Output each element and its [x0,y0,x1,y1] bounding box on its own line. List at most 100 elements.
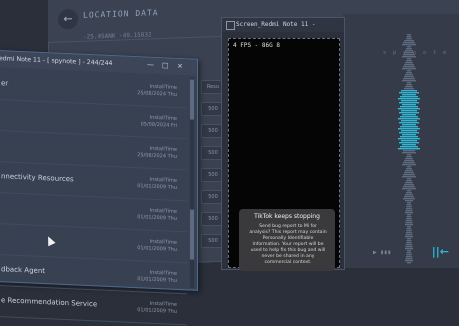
waveform-bar [402,68,416,70]
install-label: InstallTime [149,176,177,184]
install-label: InstallTime [149,145,177,153]
install-date: 01/01/2009 Thu [137,307,177,315]
install-label: InstallTime [149,83,177,91]
waveform-bar [401,110,417,112]
waveform-bar [401,120,417,122]
waveform-bar [406,156,412,158]
waveform-bar [407,70,411,72]
waveform-bar [403,174,415,176]
waveform-bar [405,158,413,160]
waveform-bar [405,246,413,248]
waveform-bar [407,262,411,264]
waveform-bar [402,188,416,190]
install-date: 01/01/2009 Thu [137,245,177,253]
waveform-bar [402,164,416,166]
waveform-bar [405,234,413,236]
phone-screen-window[interactable]: Screen_Redmi Note 11 - 4 FPS - 86G 8 Tik… [221,17,345,271]
scrollbar-thumb[interactable] [190,209,194,260]
waveform-bar [404,52,414,54]
waveform-bar [405,232,413,234]
waveform-bar [407,238,411,240]
waveform-bar [405,258,413,260]
waveform-bar [403,66,415,68]
install-date: 01/01/2009 Thu [137,183,177,191]
waveform-bar [400,106,418,108]
waveform-bar [405,50,413,52]
waveform-bar [398,148,420,150]
waveform-bar [407,58,411,60]
waveform-bar [403,186,415,188]
waveform-bar [399,142,419,144]
waveform-bar [402,80,416,82]
waveform-bar [407,226,411,228]
waveform-bar [406,192,412,194]
waveform-bar [403,162,415,164]
install-label: InstallTime [149,207,177,215]
waveform-bar [404,64,414,66]
maximize-icon[interactable]: □ [162,61,169,69]
waveform-bar [398,108,420,110]
arrow-left-icon[interactable]: ← [58,8,78,30]
window-icon [226,21,235,30]
waveform-bar [406,240,412,242]
waveform-bar [406,180,412,182]
waveform-bar [398,98,420,100]
waveform-bar [406,168,412,170]
crash-dialog[interactable]: TikTok keeps stopping Send bug report to… [239,209,335,271]
waveform-bar [400,96,418,98]
waveform-bar [400,146,418,148]
waveform-bar [404,160,414,162]
waveform-bar [402,56,416,58]
waveform-bar [406,84,412,86]
install-date: 01/01/2009 Thu [137,214,177,222]
waveform-bar [399,102,419,104]
phone-screen[interactable]: 4 FPS - 86G 8 TikTok keeps stopping Send… [228,38,340,271]
waveform-bar [405,220,413,222]
waveform-bar [406,36,412,38]
waveform-bar [402,114,416,116]
waveform-bar [405,260,413,262]
install-label: InstallTime [149,300,177,308]
waveform-bar [403,54,415,56]
dialog-body: Send bug report to Mi for analysis? This… [249,224,327,265]
waveform-bar [405,248,413,250]
waveform-bar [405,170,413,172]
list-window-title: edmi Note 11 - [ spynote ] - 244/244 [0,55,113,68]
app-name: er [1,79,9,88]
waveform-controls[interactable]: ▶ ▮▮▮ [373,249,391,256]
waveform-bar [400,126,418,128]
waveform-bar [405,212,413,214]
waveform-bar [404,184,414,186]
waveform-bar [405,208,413,210]
waveform-bar [401,140,417,142]
waveform-bar [401,130,417,132]
waveform-bar [404,76,414,78]
waveform-bar [399,112,419,114]
app-name: e Recommendation Service [1,296,98,309]
minimize-icon[interactable]: — [147,61,154,69]
waveform-bar [398,128,420,130]
phone-titlebar[interactable]: Screen_Redmi Note 11 - [222,18,344,32]
waveform-bar [400,136,418,138]
waveform-bar [402,134,416,136]
waveform-bar [405,244,413,246]
waveform-bar [403,150,415,152]
waveform-bar [401,90,417,92]
waveform-graph [398,34,420,264]
waveform-bar [402,94,416,96]
close-icon[interactable]: × [177,62,183,70]
waveform-bar [406,218,412,220]
waveform-bar [406,206,412,208]
waveform-bar [406,204,412,206]
waveform-bar [402,176,416,178]
install-date: 05/08/2024 Fri [140,121,177,129]
waveform-bar [402,144,416,146]
app-list-window[interactable]: edmi Note 11 - [ spynote ] - 244/244 — □… [0,50,198,326]
waveform-bar [404,88,414,90]
waveform-bar [398,118,420,120]
waveform-bar [406,228,412,230]
waveform-bar [406,230,412,232]
scrollbar-thumb[interactable] [190,79,194,120]
waveform-bar [405,222,413,224]
waveform-bar [405,62,413,64]
